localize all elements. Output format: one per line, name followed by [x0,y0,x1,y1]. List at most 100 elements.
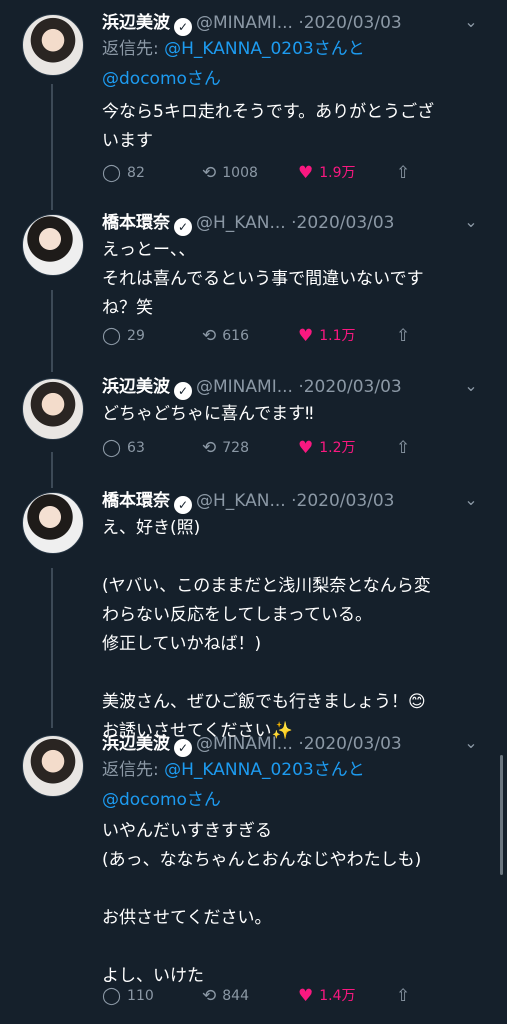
reply-icon: ◯ [102,326,122,346]
display-name[interactable]: 浜辺美波 [102,734,170,754]
handle[interactable]: @MINAMI... [196,13,293,33]
share-icon: ⇧ [396,438,411,458]
tweet-header: 浜辺美波 ✓ @MINAMI... ·2020/03/03 [102,10,457,36]
handle[interactable]: @H_KAN... [196,213,286,233]
reply-icon: ◯ [102,438,122,458]
replying-to-label: 返信先: [102,760,165,780]
reply-count: 82 [127,165,145,181]
display-name[interactable]: 浜辺美波 [102,13,170,33]
avatar[interactable] [22,735,84,797]
share-icon: ⇧ [396,326,411,346]
share-icon: ⇧ [396,163,411,183]
like-count: 1.1万 [319,328,356,344]
more-options-chevron-icon[interactable]: ⌄ [461,12,481,32]
reply-button[interactable]: ◯ 82 [102,161,145,185]
heart-icon: ♥ [298,438,314,458]
mention-link[interactable]: @H_KANNA_0203さんと [164,760,365,780]
tweet-actions: ◯ 29 ⟲ 616 ♥ 1.1万 ⇧ [102,324,483,348]
handle[interactable]: @MINAMI... [196,734,293,754]
handle[interactable]: @H_KAN... [196,491,286,511]
retweet-count: 728 [222,440,249,456]
heart-icon: ♥ [298,326,314,346]
thread-line [51,452,53,488]
more-options-chevron-icon[interactable]: ⌄ [461,376,481,396]
mention-link[interactable]: @docomoさん [102,69,221,89]
display-name[interactable]: 橋本環奈 [102,213,170,233]
display-name[interactable]: 橋本環奈 [102,491,170,511]
retweet-count: 616 [222,328,249,344]
reply-count: 63 [127,440,145,456]
avatar[interactable] [22,378,84,440]
retweet-icon: ⟲ [202,326,217,346]
like-button[interactable]: ♥ 1.4万 [298,984,356,1008]
avatar[interactable] [22,214,84,276]
more-options-chevron-icon[interactable]: ⌄ [461,733,481,753]
retweet-icon: ⟲ [202,986,217,1006]
display-name[interactable]: 浜辺美波 [102,377,170,397]
thread-line [51,568,53,728]
tweet-header: 浜辺美波 ✓ @MINAMI... ·2020/03/03 [102,731,457,757]
reply-icon: ◯ [102,986,122,1006]
more-options-chevron-icon[interactable]: ⌄ [461,490,481,510]
tweet-header: 浜辺美波 ✓ @MINAMI... ·2020/03/03 [102,374,457,400]
verified-badge-icon: ✓ [174,496,192,514]
avatar[interactable] [22,492,84,554]
like-button[interactable]: ♥ 1.1万 [298,324,356,348]
replying-to: 返信先: @H_KANNA_0203さんと [102,755,365,785]
tweet-text: どちゃどちゃに喜んでます‼ [102,404,314,424]
tweet-actions: ◯ 82 ⟲ 1008 ♥ 1.9万 ⇧ [102,161,483,185]
tweet-actions: ◯ 63 ⟲ 728 ♥ 1.2万 ⇧ [102,436,483,460]
avatar[interactable] [22,14,84,76]
reply-icon: ◯ [102,163,122,183]
more-options-chevron-icon[interactable]: ⌄ [461,212,481,232]
retweet-button[interactable]: ⟲ 1008 [202,161,258,185]
replying-to-line2: @docomoさん [102,785,221,815]
like-count: 1.2万 [319,440,356,456]
verified-badge-icon: ✓ [174,218,192,236]
retweet-button[interactable]: ⟲ 616 [202,324,249,348]
thread-line [51,290,53,372]
verified-badge-icon: ✓ [174,382,192,400]
thread-line [51,84,53,210]
mention-link[interactable]: @H_KANNA_0203さんと [164,39,365,59]
replying-to: 返信先: @H_KANNA_0203さんと [102,34,365,64]
mention-link[interactable]: @docomoさん [102,790,221,810]
retweet-button[interactable]: ⟲ 844 [202,984,249,1008]
replying-to-label: 返信先: [102,39,165,59]
timestamp[interactable]: 2020/03/03 [304,13,402,33]
reply-count: 29 [127,328,145,344]
retweet-count: 1008 [222,165,258,181]
share-button[interactable]: ⇧ [396,324,410,348]
retweet-button[interactable]: ⟲ 728 [202,436,249,460]
like-count: 1.4万 [319,988,356,1004]
share-button[interactable]: ⇧ [396,436,410,460]
like-button[interactable]: ♥ 1.2万 [298,436,356,460]
retweet-icon: ⟲ [202,438,217,458]
handle[interactable]: @MINAMI... [196,377,293,397]
tweet-actions: ◯ 110 ⟲ 844 ♥ 1.4万 ⇧ [102,984,483,1008]
retweet-count: 844 [222,988,249,1004]
timestamp[interactable]: 2020/03/03 [297,491,395,511]
retweet-icon: ⟲ [202,163,217,183]
like-button[interactable]: ♥ 1.9万 [298,161,356,185]
reply-button[interactable]: ◯ 63 [102,436,145,460]
heart-icon: ♥ [298,986,314,1006]
tweet-text: え、好き(照) (ヤバい、このままだと浅川梨奈となんら変 わらない反応をしてしま… [102,518,431,741]
heart-icon: ♥ [298,163,314,183]
reply-button[interactable]: ◯ 110 [102,984,154,1008]
tweet-text: えっとー、、 それは喜んでるという事で間違いないです ね？笑 [102,240,424,318]
replying-to-line2: @docomoさん [102,64,221,94]
timestamp[interactable]: 2020/03/03 [297,213,395,233]
tweet-header: 橋本環奈 ✓ @H_KAN... ·2020/03/03 [102,210,457,236]
reply-button[interactable]: ◯ 29 [102,324,145,348]
tweet-text: いやんだいすきすぎる (あっ、ななちゃんとおんなじやわたしも) お供させてくださ… [102,821,422,986]
timestamp[interactable]: 2020/03/03 [304,377,402,397]
tweet-text: 今なら5キロ走れそうです。ありがとうござ います [102,102,435,151]
share-button[interactable]: ⇧ [396,984,410,1008]
timestamp[interactable]: 2020/03/03 [304,734,402,754]
share-icon: ⇧ [396,986,411,1006]
reply-count: 110 [127,988,154,1004]
share-button[interactable]: ⇧ [396,161,410,185]
scrollbar[interactable] [500,755,503,875]
like-count: 1.9万 [319,165,356,181]
